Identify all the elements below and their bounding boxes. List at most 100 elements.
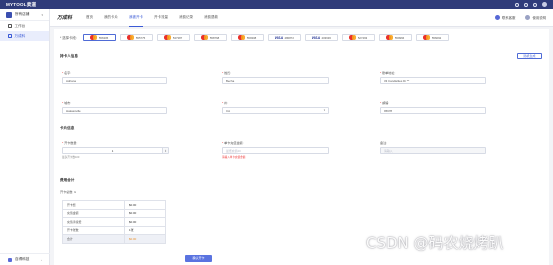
first-name-input[interactable]: Adriana — [62, 77, 167, 84]
first-name-field: * 名字: Adriana — [62, 70, 167, 84]
topup-amount-input[interactable]: 最低充值20 — [222, 147, 329, 154]
message-icon[interactable] — [515, 2, 519, 7]
table-row: 充值金额 $0.00 — [62, 208, 166, 218]
card-bin-option[interactable]: 555775 — [119, 34, 153, 41]
contact-support-link[interactable]: 联系客服 — [494, 15, 516, 20]
topup-amount-error: 请输入单卡充值金额 — [222, 156, 246, 159]
table-row-total: 合计 $0.00 — [62, 234, 166, 244]
chevron-right-icon: › — [41, 257, 42, 262]
sidebar-item-label: 万成科 — [14, 33, 26, 38]
mastercard-icon — [164, 35, 172, 40]
project-name: 所有店铺 — [15, 12, 30, 16]
card-bin-number: 558768 — [209, 35, 220, 40]
city-field: * 城市: Hakassville — [62, 100, 167, 114]
sidebar: 所有店铺 ▾ 工作台 万成科 自得科技 › — [0, 9, 50, 265]
topup-amount-label: * 单卡充值金额: — [222, 141, 244, 145]
tab-transactions[interactable]: 消费记录 — [179, 9, 193, 27]
remark-label: 备注: — [380, 141, 388, 145]
fee-value: $0.00 — [124, 234, 166, 244]
avatar[interactable] — [542, 2, 547, 7]
fee-key: 开卡张数 — [62, 225, 125, 235]
tab-card-traffic[interactable]: 开卡流量 — [154, 9, 168, 27]
sidebar-footer[interactable]: 自得科技 › — [0, 253, 50, 265]
fee-table: 开卡费 $0.00 充值金额 $0.00 充值手续费 $0.00 开卡张数 1张… — [62, 200, 166, 244]
last-name-label: * 姓氏: — [222, 71, 232, 75]
fee-key: 充值手续费 — [62, 217, 125, 227]
card-bin-option[interactable]: 537387 — [156, 34, 190, 41]
tab-bar: 万成科 首页 我的卡片 我被开卡 开卡流量 消费记录 消费退款 联系客服 使用说… — [50, 9, 553, 27]
card-bin-option[interactable]: VISA 480872 — [267, 34, 301, 41]
mastercard-icon — [127, 35, 135, 40]
card-bin-number: 556092 — [431, 35, 442, 40]
card-count-value[interactable]: 1 — [63, 148, 162, 153]
card-bin-number: 555775 — [135, 35, 146, 40]
tab-open-card[interactable]: 我被开卡 — [129, 9, 144, 27]
card-bin-option[interactable]: 558768 — [193, 34, 227, 41]
card-bin-option[interactable]: 527493 — [341, 34, 375, 41]
card-bin-option[interactable]: 559308 — [230, 34, 264, 41]
fee-key: 充值金额 — [62, 208, 125, 218]
mastercard-icon — [386, 35, 394, 40]
card-bin-number: 403636 — [321, 35, 331, 40]
random-generate-button[interactable]: 随机生成 — [517, 53, 542, 59]
store-icon — [6, 11, 12, 18]
card-total-value: 1 — [74, 190, 76, 194]
zip-label: * 邮编: — [380, 101, 390, 105]
card-bin-number: 537387 — [172, 35, 183, 40]
card-bin-number: 559966 — [394, 35, 405, 40]
zip-input[interactable]: 95678 — [380, 107, 486, 114]
usage-guide-link[interactable]: 使用说明 — [525, 15, 546, 20]
billing-address-field: * 账单地址: 33 Candlelites Dr ** — [380, 70, 486, 84]
mastercard-icon — [238, 35, 246, 40]
card-total-label: 开卡总数: — [60, 190, 74, 194]
settings-icon[interactable] — [533, 2, 537, 7]
fee-value: $0.00 — [124, 217, 166, 227]
top-icons — [515, 2, 547, 7]
sidebar-item-workbench[interactable]: 工作台 — [0, 21, 49, 31]
state-select[interactable]: CA ▾ — [222, 107, 329, 114]
usage-guide-label: 使用说明 — [532, 16, 546, 20]
card-count-stepper[interactable]: 1 ⇕ — [62, 147, 169, 154]
card-count-label: * 开卡数量: — [62, 141, 78, 145]
help-icon[interactable] — [524, 2, 528, 7]
card-bin-number: 527493 — [357, 35, 368, 40]
card-icon — [8, 34, 12, 38]
company-icon — [8, 257, 12, 262]
fee-value: $0.00 — [124, 200, 166, 210]
card-total-line: 开卡总数: 1 — [60, 189, 76, 194]
tab-home[interactable]: 首页 — [86, 9, 93, 27]
visa-icon: VISA — [274, 35, 284, 40]
city-input[interactable]: Hakassville — [62, 107, 167, 114]
project-switcher[interactable]: 所有店铺 ▾ — [0, 9, 49, 21]
card-bin-option[interactable]: 559966 — [378, 34, 412, 41]
contact-support-label: 联系客服 — [501, 16, 516, 20]
confirm-open-card-button[interactable]: 确认开卡 — [185, 255, 212, 262]
stepper-arrows-icon[interactable]: ⇕ — [162, 148, 168, 153]
first-name-label: * 名字: — [62, 71, 72, 75]
last-name-field: * 姓氏: Becha — [222, 70, 329, 84]
remark-input[interactable]: 请输入 — [380, 147, 486, 154]
mastercard-icon — [423, 35, 431, 40]
mastercard-icon — [90, 35, 98, 40]
fee-key: 开卡费 — [62, 200, 125, 210]
card-bin-option[interactable]: 556305 — [82, 34, 116, 41]
table-row: 开卡张数 1张 — [62, 225, 166, 235]
card-bin-option[interactable]: VISA 403636 — [304, 34, 338, 41]
remark-field: 备注: 请输入 — [380, 140, 486, 154]
tab-my-cards[interactable]: 我的卡片 — [104, 9, 118, 27]
city-label: * 城市: — [62, 101, 72, 105]
app-logo[interactable]: MYTOOL卖道 — [6, 2, 36, 8]
last-name-input[interactable]: Becha — [222, 77, 329, 84]
card-bin-option[interactable]: 556092 — [415, 34, 449, 41]
fee-key: 合计 — [62, 234, 125, 244]
tab-refunds[interactable]: 消费退款 — [204, 9, 218, 27]
book-icon — [525, 15, 531, 20]
tab-right-actions: 联系客服 使用说明 — [494, 15, 546, 20]
billing-address-input[interactable]: 33 Candlelites Dr ** — [380, 77, 486, 84]
sidebar-item-label: 工作台 — [14, 23, 26, 28]
table-row: 充值手续费 $0.00 — [62, 217, 166, 227]
state-value: CA — [226, 108, 231, 113]
card-count-hint: 最多开卡数100 — [62, 156, 80, 159]
card-bin-label: * 选择卡段: — [60, 36, 77, 40]
sidebar-item-cards[interactable]: 万成科 — [0, 31, 49, 41]
